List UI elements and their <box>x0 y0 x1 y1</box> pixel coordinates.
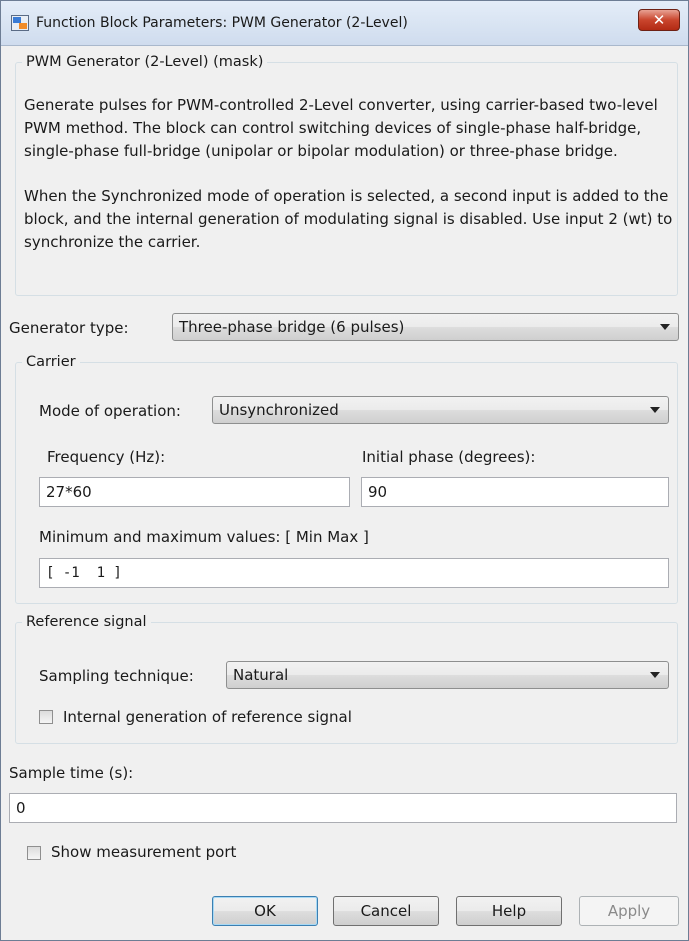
frequency-input[interactable] <box>40 478 349 506</box>
carrier-group-title: Carrier <box>26 354 76 370</box>
close-button[interactable]: ✕ <box>638 9 680 31</box>
sampling-technique-dropdown[interactable]: Natural <box>226 661 669 689</box>
initial-phase-field[interactable] <box>361 477 669 507</box>
mask-group-title: PWM Generator (2-Level) (mask) <box>26 54 264 70</box>
cancel-button[interactable]: Cancel <box>333 896 439 926</box>
chevron-down-icon <box>650 407 660 413</box>
mask-description-group: PWM Generator (2-Level) (mask) Generate … <box>15 54 678 296</box>
simulink-block-icon <box>11 15 29 31</box>
mode-of-operation-value: Unsynchronized <box>219 401 339 419</box>
generator-type-label: Generator type: <box>9 319 129 337</box>
description-paragraph-1: Generate pulses for PWM-controlled 2-Lev… <box>24 96 658 160</box>
sampling-technique-label: Sampling technique: <box>39 667 194 685</box>
window-title: Function Block Parameters: PWM Generator… <box>36 15 408 31</box>
sample-time-field[interactable] <box>9 793 677 823</box>
initial-phase-input[interactable] <box>362 478 668 506</box>
title-bar[interactable]: Function Block Parameters: PWM Generator… <box>1 1 688 46</box>
help-button[interactable]: Help <box>456 896 562 926</box>
frequency-field[interactable] <box>39 477 350 507</box>
generator-type-value: Three-phase bridge (6 pulses) <box>179 318 405 336</box>
description-paragraph-2: When the Synchronized mode of operation … <box>24 187 673 251</box>
apply-button[interactable]: Apply <box>579 896 679 926</box>
reference-group-title: Reference signal <box>26 614 147 630</box>
close-icon: ✕ <box>652 11 666 29</box>
min-max-field[interactable] <box>39 558 669 588</box>
sample-time-label: Sample time (s): <box>9 764 134 782</box>
internal-generation-checkbox[interactable] <box>39 710 53 724</box>
sampling-technique-value: Natural <box>233 666 289 684</box>
initial-phase-label: Initial phase (degrees): <box>362 448 536 466</box>
sample-time-input[interactable] <box>10 794 676 822</box>
min-max-label: Minimum and maximum values: [ Min Max ] <box>39 528 369 546</box>
generator-type-dropdown[interactable]: Three-phase bridge (6 pulses) <box>172 313 679 341</box>
dialog-window: Function Block Parameters: PWM Generator… <box>0 0 689 941</box>
dialog-body: PWM Generator (2-Level) (mask) Generate … <box>9 46 680 932</box>
frequency-label: Frequency (Hz): <box>47 448 166 466</box>
mask-description: Generate pulses for PWM-controlled 2-Lev… <box>24 94 676 276</box>
ok-button[interactable]: OK <box>212 896 318 926</box>
min-max-input[interactable] <box>40 559 668 587</box>
show-measurement-port-label: Show measurement port <box>51 843 237 861</box>
chevron-down-icon <box>650 672 660 678</box>
internal-generation-label: Internal generation of reference signal <box>63 708 352 726</box>
mode-of-operation-label: Mode of operation: <box>39 402 181 420</box>
mode-of-operation-dropdown[interactable]: Unsynchronized <box>212 396 669 424</box>
chevron-down-icon <box>660 324 670 330</box>
show-measurement-port-checkbox[interactable] <box>27 846 41 860</box>
